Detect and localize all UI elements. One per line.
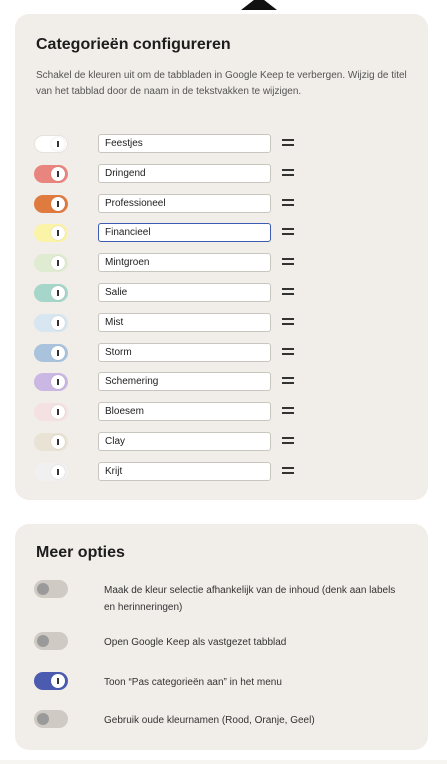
category-toggle[interactable]	[34, 313, 68, 332]
option-toggle[interactable]	[34, 632, 68, 650]
category-name-input[interactable]	[98, 432, 271, 451]
toggle-knob	[51, 286, 65, 300]
option-label: Open Google Keep als vastgezet tabblad	[104, 637, 287, 648]
option-label: Gebruik oude kleurnamen (Rood, Oranje, G…	[104, 715, 315, 726]
drag-handle-icon[interactable]	[282, 407, 294, 415]
category-row	[34, 312, 394, 335]
category-toggle[interactable]	[34, 462, 68, 481]
category-row	[34, 134, 394, 156]
drag-handle-icon[interactable]	[282, 228, 294, 236]
toggle-knob	[51, 196, 65, 211]
drag-handle-icon[interactable]	[282, 317, 294, 325]
toggle-knob	[51, 435, 65, 449]
category-toggle[interactable]	[34, 343, 68, 362]
category-toggle[interactable]	[34, 194, 68, 213]
drag-handle-icon[interactable]	[282, 258, 294, 266]
category-row	[34, 342, 394, 365]
toggle-knob	[51, 315, 65, 330]
option-toggle[interactable]	[34, 672, 68, 690]
bottom-edge	[0, 760, 447, 764]
toggle-knob	[51, 166, 65, 181]
category-row	[34, 193, 394, 216]
category-name-input[interactable]	[98, 253, 271, 273]
category-toggle[interactable]	[34, 224, 68, 243]
pointer-arrow-icon	[241, 0, 277, 10]
category-row	[34, 223, 394, 245]
category-name-input[interactable]	[98, 283, 271, 302]
drag-handle-icon[interactable]	[282, 437, 294, 444]
category-toggle[interactable]	[34, 373, 68, 392]
category-row	[34, 432, 394, 454]
category-toggle[interactable]	[34, 433, 68, 451]
category-row	[34, 283, 394, 305]
option-label: Toon “Pas categorieën aan” in het menu	[104, 677, 282, 688]
option-toggle[interactable]	[34, 710, 68, 728]
drag-handle-icon[interactable]	[282, 168, 294, 176]
category-row	[34, 372, 394, 394]
category-toggle[interactable]	[34, 284, 68, 302]
more-options-card: Meer opties Maak de kleur selectie afhan…	[15, 524, 428, 750]
category-name-input[interactable]	[98, 372, 271, 392]
section-title: Categorieën configureren	[36, 36, 231, 53]
toggle-knob	[51, 674, 65, 688]
drag-handle-icon[interactable]	[282, 198, 294, 206]
toggle-knob	[37, 713, 49, 725]
category-name-input[interactable]	[98, 312, 271, 332]
toggle-knob	[51, 405, 65, 420]
category-row	[34, 461, 394, 484]
section-description: Schakel de kleuren uit om de tabbladen i…	[36, 70, 407, 97]
drag-handle-icon[interactable]	[282, 288, 294, 295]
category-name-input[interactable]	[98, 134, 271, 153]
category-name-input[interactable]	[98, 163, 271, 183]
section-title: Meer opties	[36, 544, 125, 561]
toggle-knob	[51, 226, 65, 241]
toggle-knob	[51, 375, 65, 390]
category-name-input[interactable]	[98, 342, 271, 362]
category-row	[34, 402, 394, 424]
category-name-input[interactable]	[98, 402, 271, 422]
toggle-knob	[37, 583, 49, 595]
category-toggle[interactable]	[34, 135, 68, 153]
option-toggle[interactable]	[34, 580, 68, 598]
drag-handle-icon[interactable]	[282, 466, 294, 474]
drag-handle-icon[interactable]	[282, 347, 294, 355]
toggle-knob	[37, 635, 49, 647]
toggle-knob	[51, 137, 65, 151]
toggle-knob	[51, 464, 65, 479]
category-name-input[interactable]	[98, 461, 271, 481]
category-name-input[interactable]	[98, 193, 271, 213]
category-toggle[interactable]	[34, 164, 68, 183]
drag-handle-icon[interactable]	[282, 377, 294, 385]
category-toggle[interactable]	[34, 254, 68, 273]
category-row	[34, 163, 394, 186]
option-label: Maak de kleur selectie afhankelijk van d…	[104, 585, 396, 613]
category-row	[34, 253, 394, 275]
category-name-input[interactable]	[98, 223, 271, 243]
toggle-knob	[51, 256, 65, 271]
configure-categories-card: Categorieën configureren Schakel de kleu…	[15, 14, 428, 500]
drag-handle-icon[interactable]	[282, 139, 294, 146]
toggle-knob	[51, 345, 65, 360]
category-toggle[interactable]	[34, 403, 68, 422]
